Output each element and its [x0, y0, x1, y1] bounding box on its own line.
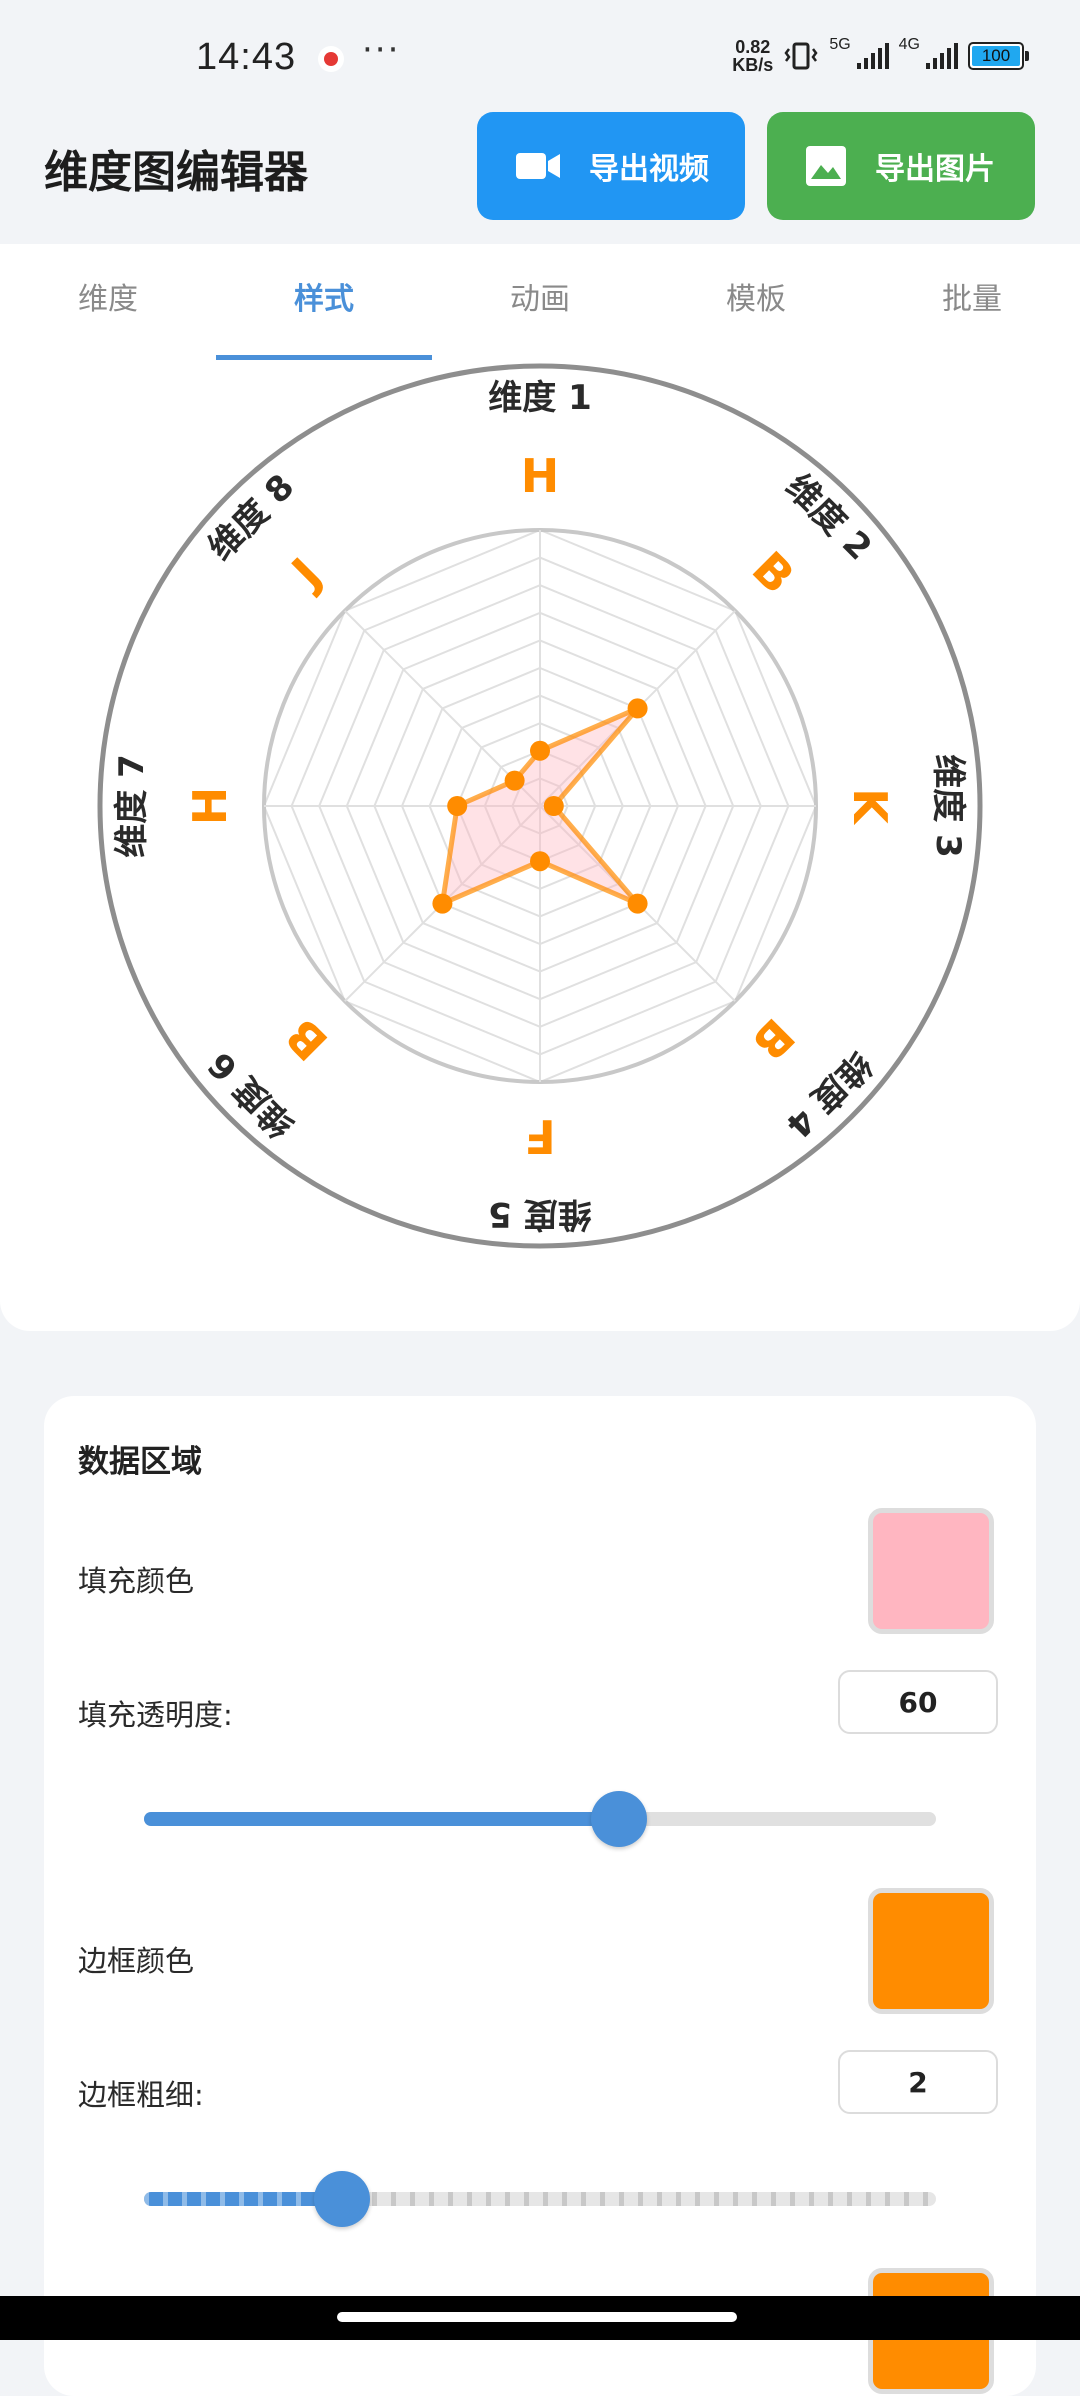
section-title: 数据区域	[78, 1444, 202, 1480]
data-point	[530, 851, 550, 872]
recording-indicator-icon	[318, 46, 344, 72]
grade-label: B	[275, 1008, 338, 1071]
slider-thumb[interactable]	[591, 1791, 648, 1847]
data-point	[543, 796, 564, 816]
tab-animation[interactable]: 动画	[432, 244, 648, 360]
border-width-input[interactable]: 2	[838, 2050, 998, 2114]
data-point	[432, 893, 453, 914]
data-point	[627, 893, 648, 914]
border-color-label: 边框颜色	[78, 1944, 195, 1978]
grade-label: J	[279, 548, 331, 600]
grade-label: K	[843, 788, 897, 826]
export-video-label: 导出视频	[589, 152, 709, 187]
app-title: 维度图编辑器	[44, 147, 308, 198]
tab-templates[interactable]: 模板	[648, 244, 864, 360]
fill-opacity-input[interactable]: 60	[838, 1670, 998, 1734]
grade-label: B	[742, 1008, 805, 1071]
network-speed-value: 0.82	[735, 37, 771, 57]
slider-fill	[144, 2192, 342, 2206]
fill-opacity-label: 填充透明度:	[78, 1698, 233, 1732]
tab-style[interactable]: 样式	[216, 244, 432, 360]
vibrate-icon	[784, 42, 818, 70]
status-time: 14:43	[196, 36, 297, 78]
status-bar: 14:43 ··· 0.82 KB/s 5G 4G 100	[0, 0, 1080, 110]
tab-bar: 维度 样式 动画 模板 批量	[0, 244, 1080, 360]
fill-opacity-slider[interactable]	[144, 1791, 936, 1847]
signal-4g-label: 4G	[898, 36, 920, 53]
axis-label: 维度 7	[112, 754, 152, 858]
border-width-label: 边框粗细:	[78, 2078, 204, 2112]
data-point	[530, 740, 550, 761]
slider-fill	[144, 1812, 620, 1826]
fill-color-swatch[interactable]	[868, 1508, 994, 1634]
signal-5g-label: 5G	[829, 36, 851, 53]
slider-thumb[interactable]	[314, 2171, 370, 2227]
grade-label: F	[524, 1109, 555, 1163]
border-color-swatch[interactable]	[868, 1888, 994, 2014]
axis-label: 维度 5	[488, 1194, 592, 1234]
data-point	[447, 796, 468, 816]
tab-dimensions[interactable]: 维度	[0, 244, 216, 360]
radar-chart: 维度 1维度 2维度 3维度 4维度 5维度 6维度 7维度 8 HBKBFBHJ	[97, 363, 983, 1249]
export-image-label: 导出图片	[875, 152, 995, 187]
data-point	[504, 770, 525, 791]
grade-label: H	[521, 449, 560, 503]
fill-color-label: 填充颜色	[78, 1564, 195, 1598]
battery-level: 100	[981, 46, 1011, 65]
network-speed: 0.82 KB/s	[732, 38, 773, 74]
border-width-slider[interactable]	[144, 2171, 936, 2227]
status-icons: 0.82 KB/s 5G 4G 100	[732, 36, 1029, 74]
export-video-button[interactable]: 导出视频	[477, 112, 745, 220]
tab-batch[interactable]: 批量	[864, 244, 1080, 360]
grade-label: H	[183, 787, 237, 826]
signal-5g-icon	[856, 43, 889, 69]
axis-label: 维度 3	[928, 754, 968, 858]
signal-4g-icon	[926, 43, 958, 69]
data-point	[627, 698, 648, 719]
home-indicator[interactable]	[337, 2312, 737, 2322]
grade-label: B	[742, 541, 805, 604]
status-more-icon: ···	[362, 30, 401, 70]
network-speed-unit: KB/s	[732, 55, 774, 75]
image-icon	[806, 146, 846, 186]
chart-card: 维度 样式 动画 模板 批量 维度 1 维度 2 维度 3 维度 4 维度 5 维度 6维…	[0, 244, 1080, 1331]
battery-icon: 100	[968, 42, 1029, 70]
navigation-bar	[0, 2296, 1080, 2340]
axis-label: 维度 1	[488, 378, 592, 418]
video-camera-icon	[516, 153, 560, 179]
export-image-button[interactable]: 导出图片	[767, 112, 1035, 220]
data-area-settings: 数据区域 填充颜色 填充透明度: 60 边框颜色 边框粗细: 2	[44, 1396, 1036, 2396]
